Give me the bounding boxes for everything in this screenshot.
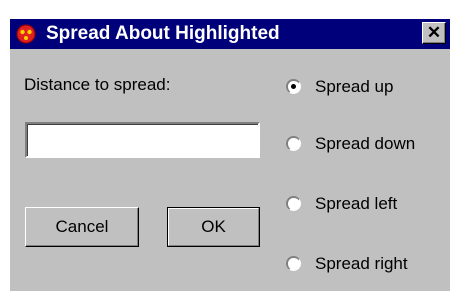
radio-label-down: Spread down (315, 134, 416, 153)
title-bar[interactable]: Spread About Highlighted ✕ (10, 19, 450, 49)
radio-label-left: Spread left (315, 194, 398, 213)
distance-input[interactable] (25, 122, 260, 158)
dialog-title: Spread About Highlighted (46, 23, 280, 44)
close-button[interactable]: ✕ (422, 22, 446, 44)
distance-label: Distance to spread: (24, 75, 171, 94)
radio-circle-right[interactable] (286, 256, 301, 271)
cancel-button[interactable]: Cancel (25, 207, 139, 247)
ok-button-label: OK (201, 217, 226, 236)
ok-button[interactable]: OK (167, 207, 260, 247)
radio-selected-dot (291, 84, 296, 89)
close-icon: ✕ (426, 23, 442, 42)
radio-circle-down[interactable] (286, 136, 301, 151)
spread-dialog: Spread About Highlighted ✕ Distance to s… (9, 18, 450, 291)
app-icon (16, 24, 36, 44)
radio-label-up: Spread up (315, 77, 394, 96)
radio-circle-left[interactable] (286, 196, 301, 211)
radio-label-right: Spread right (315, 254, 408, 273)
radio-circle-up[interactable] (286, 79, 301, 94)
